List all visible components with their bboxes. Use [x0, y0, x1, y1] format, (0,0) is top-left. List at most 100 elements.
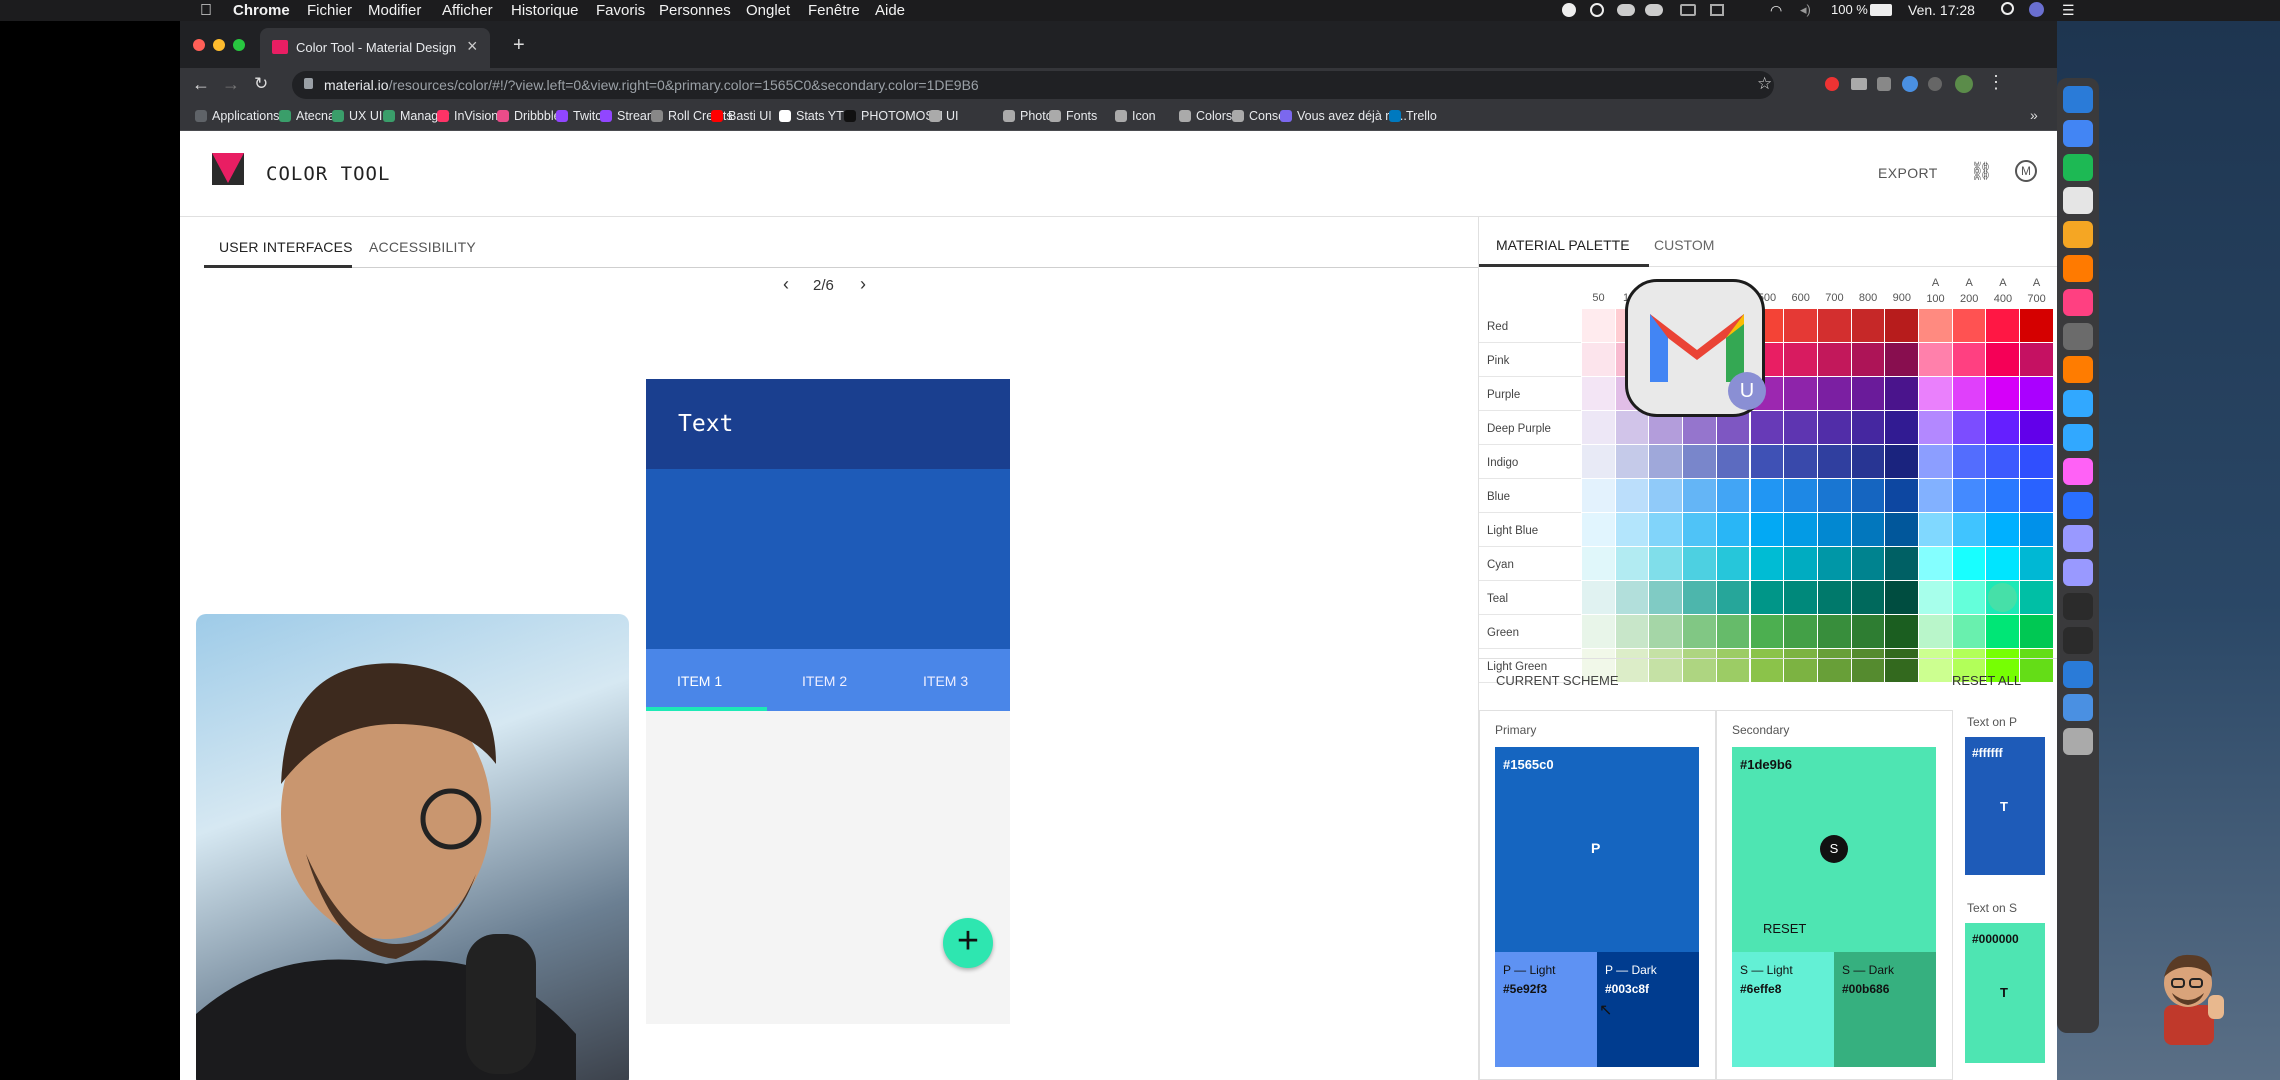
palette-swatch[interactable] — [1919, 411, 1952, 444]
minimize-window-button[interactable] — [213, 39, 225, 51]
tab-accessibility[interactable]: ACCESSIBILITY — [369, 239, 476, 255]
profile-avatar[interactable] — [1955, 75, 1973, 93]
apple-icon[interactable]:  — [200, 2, 212, 20]
palette-swatch[interactable] — [1952, 343, 1986, 376]
bookmark-star-icon[interactable]: ☆ — [1757, 74, 1772, 94]
dock-app-icon[interactable] — [2063, 660, 2093, 688]
extension-icon-2[interactable] — [1877, 77, 1891, 91]
palette-swatch[interactable] — [1986, 615, 2020, 648]
bookmark-item[interactable]: Colors — [1179, 109, 1232, 123]
text-on-secondary-swatch[interactable]: #000000 T — [1965, 923, 2045, 1063]
dock-app-icon[interactable] — [2063, 559, 2093, 587]
palette-swatch[interactable] — [1986, 479, 2020, 512]
palette-swatch[interactable] — [1716, 445, 1750, 478]
palette-swatch[interactable] — [1952, 615, 1986, 648]
palette-swatch[interactable] — [1885, 309, 1918, 342]
bookmark-item[interactable]: Icon — [1115, 109, 1156, 123]
palette-swatch[interactable] — [1885, 479, 1918, 512]
palette-swatch[interactable] — [1615, 411, 1649, 444]
palette-swatch[interactable] — [1649, 547, 1683, 580]
reset-all-button[interactable]: RESET ALL — [1952, 673, 2021, 688]
palette-swatch[interactable] — [1851, 513, 1885, 546]
next-page-icon[interactable]: › — [860, 274, 866, 295]
record-icon[interactable] — [1562, 3, 1576, 17]
palette-swatch[interactable] — [1750, 411, 1784, 444]
palette-swatch[interactable] — [1817, 309, 1851, 342]
palette-swatch[interactable] — [1784, 343, 1817, 376]
palette-swatch[interactable] — [1952, 377, 1986, 410]
palette-swatch[interactable] — [1986, 513, 2020, 546]
palette-swatch[interactable] — [1885, 547, 1918, 580]
palette-swatch[interactable] — [1817, 377, 1851, 410]
palette-swatch[interactable] — [1784, 547, 1817, 580]
extension-icon-3[interactable] — [1902, 76, 1918, 92]
tab-user-interfaces[interactable]: USER INTERFACES — [219, 239, 353, 255]
menu-item-favoris[interactable]: Favoris — [596, 2, 645, 19]
palette-swatch[interactable] — [1716, 547, 1750, 580]
back-icon[interactable]: ← — [192, 74, 210, 95]
primary-swatch[interactable]: #1565c0 P — [1495, 747, 1699, 952]
dock-app-icon[interactable] — [2063, 119, 2093, 147]
palette-swatch[interactable] — [1615, 479, 1649, 512]
dock-app-icon[interactable] — [2063, 356, 2093, 384]
palette-swatch[interactable] — [1649, 615, 1683, 648]
palette-swatch[interactable] — [1784, 445, 1817, 478]
bookmark-item[interactable]: Vous avez déjà ré... — [1280, 109, 1407, 123]
palette-swatch[interactable] — [1683, 547, 1716, 580]
palette-swatch[interactable] — [1885, 445, 1918, 478]
palette-swatch[interactable] — [1582, 343, 1615, 376]
palette-swatch[interactable] — [2020, 547, 2053, 580]
palette-swatch[interactable] — [2020, 581, 2053, 614]
menu-app-name[interactable]: Chrome — [233, 2, 290, 19]
dock-app-icon[interactable] — [2063, 255, 2093, 282]
palette-swatch[interactable] — [1851, 547, 1885, 580]
palette-swatch[interactable] — [1851, 377, 1885, 410]
bookmark-item[interactable]: UX UI — [332, 109, 382, 123]
preview-tab-item-2[interactable]: ITEM 2 — [802, 673, 847, 689]
tab-close-icon[interactable]: × — [467, 36, 478, 57]
palette-swatch[interactable] — [1615, 615, 1649, 648]
palette-swatch[interactable] — [1851, 343, 1885, 376]
menu-item-historique[interactable]: Historique — [511, 2, 579, 19]
tab-material-palette[interactable]: MATERIAL PALETTE — [1496, 237, 1630, 253]
palette-swatch[interactable] — [1919, 615, 1952, 648]
palette-swatch[interactable] — [1885, 581, 1918, 614]
palette-swatch[interactable] — [1582, 513, 1615, 546]
palette-swatch[interactable] — [1986, 309, 2020, 342]
reload-icon[interactable]: ↻ — [254, 74, 268, 94]
palette-swatch[interactable] — [2020, 411, 2053, 444]
palette-swatch[interactable] — [1851, 309, 1885, 342]
menu-item-personnes[interactable]: Personnes — [659, 2, 731, 19]
palette-swatch[interactable] — [1784, 479, 1817, 512]
palette-swatch[interactable] — [1750, 479, 1784, 512]
extension-icon[interactable] — [1825, 77, 1839, 91]
palette-swatch[interactable] — [1851, 479, 1885, 512]
bookmark-item[interactable]: Stream — [600, 109, 657, 123]
material-m-icon[interactable]: M — [2015, 160, 2037, 182]
palette-swatch[interactable] — [1582, 377, 1615, 410]
palette-swatch[interactable] — [1885, 513, 1918, 546]
dock-app-icon[interactable] — [2063, 525, 2093, 553]
bookmark-item[interactable]: InVision — [437, 109, 498, 123]
previous-page-icon[interactable]: ‹ — [783, 274, 789, 295]
palette-swatch[interactable] — [1716, 513, 1750, 546]
bookmark-item[interactable]: Dribbble — [497, 109, 561, 123]
palette-swatch[interactable] — [1649, 581, 1683, 614]
palette-swatch[interactable] — [1986, 445, 2020, 478]
link-icon[interactable]: ⛓ — [1970, 161, 1993, 182]
palette-swatch[interactable] — [1615, 547, 1649, 580]
palette-swatch[interactable] — [1952, 479, 1986, 512]
cloud-sync-icon[interactable] — [1645, 4, 1663, 16]
dock-app-icon[interactable] — [2063, 322, 2093, 350]
palette-swatch[interactable] — [1919, 343, 1952, 376]
preview-fab-add[interactable]: + — [943, 918, 993, 968]
palette-swatch[interactable] — [1784, 377, 1817, 410]
palette-swatch[interactable] — [1784, 309, 1817, 342]
palette-swatch[interactable] — [1615, 445, 1649, 478]
bookmark-item[interactable]: Applications — [195, 109, 279, 123]
palette-swatch[interactable] — [1919, 547, 1952, 580]
palette-swatch[interactable] — [1683, 615, 1716, 648]
wifi-icon[interactable]: ◠ — [1770, 2, 1782, 19]
palette-swatch[interactable] — [1716, 615, 1750, 648]
dock-app-icon[interactable] — [2063, 626, 2093, 654]
